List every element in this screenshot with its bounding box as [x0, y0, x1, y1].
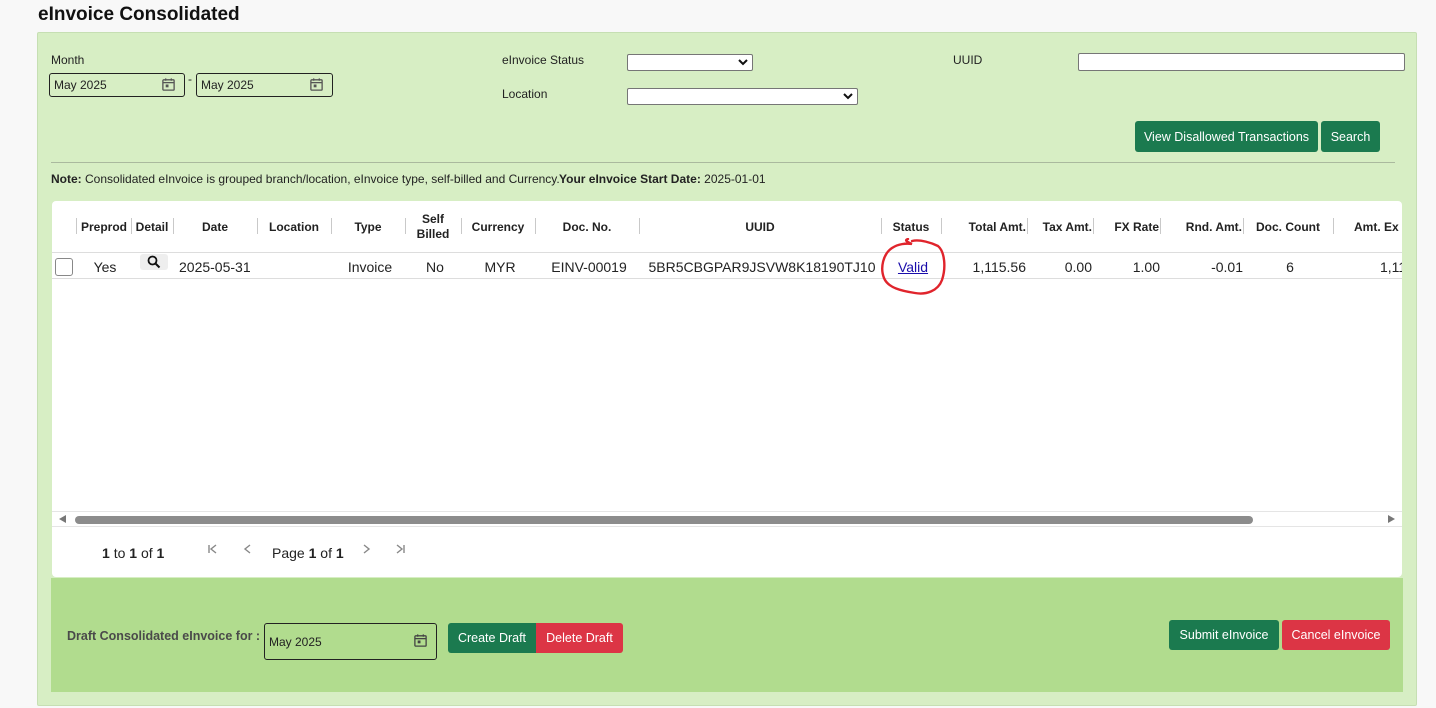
col-status[interactable]: Status [882, 220, 940, 235]
calendar-icon[interactable] [161, 77, 176, 95]
horizontal-scrollbar[interactable] [52, 511, 1402, 527]
note-body: Consolidated eInvoice is grouped branch/… [85, 172, 560, 186]
pager-page-word: Page [272, 545, 305, 561]
grid-header: Preprod Detail Date Location Type Self B… [52, 201, 1402, 253]
search-icon [147, 255, 161, 269]
uuid-input[interactable] [1078, 53, 1405, 71]
col-fx-rate[interactable]: FX Rate [1094, 220, 1159, 235]
month-to-value: May 2025 [201, 78, 254, 92]
location-select[interactable] [627, 88, 858, 105]
month-label: Month [51, 53, 85, 67]
column-separator [1333, 218, 1334, 234]
col-type[interactable]: Type [332, 220, 404, 235]
pager-of-word-2: of [320, 545, 332, 561]
range-separator: - [188, 72, 192, 86]
prev-page-icon[interactable] [241, 542, 255, 561]
column-separator [76, 218, 77, 234]
month-from-value: May 2025 [54, 78, 107, 92]
calendar-icon[interactable] [309, 77, 324, 95]
col-uuid[interactable]: UUID [640, 220, 880, 235]
uuid-filter-label: UUID [953, 53, 983, 67]
annotation-circle [881, 238, 946, 295]
status-select[interactable] [627, 54, 753, 71]
col-location[interactable]: Location [258, 220, 330, 235]
pager-summary: 1 to 1 of 1 [102, 545, 164, 561]
pager-total: 1 [156, 545, 165, 561]
pager-page: 1 [308, 545, 317, 561]
cell-doc-count: 6 [1286, 259, 1294, 275]
start-date-label: Your eInvoice Start Date: [559, 172, 701, 186]
scrollbar-thumb[interactable] [75, 516, 1253, 524]
pager-to-word: to [113, 545, 126, 561]
detail-button[interactable] [140, 254, 168, 270]
consolidated-grid: Preprod Detail Date Location Type Self B… [52, 201, 1402, 577]
submit-einvoice-button[interactable]: Submit eInvoice [1169, 620, 1279, 650]
create-draft-button[interactable]: Create Draft [448, 623, 536, 653]
cell-amt-ex: 1,11 [1380, 259, 1402, 275]
row-checkbox[interactable] [55, 258, 73, 276]
cell-fx-rate: 1.00 [1132, 259, 1160, 275]
divider [51, 162, 1395, 163]
cell-preprod: Yes [93, 259, 117, 275]
cell-date: 2025-05-31 [179, 259, 251, 275]
first-page-icon[interactable] [206, 542, 220, 561]
delete-draft-button[interactable]: Delete Draft [536, 623, 623, 653]
location-filter-label: Location [502, 87, 548, 101]
cancel-einvoice-button[interactable]: Cancel eInvoice [1282, 620, 1390, 650]
pagination: 1 to 1 of 1 Page 1 of 1 [52, 528, 1402, 577]
col-amt-ex[interactable]: Amt. Ex [1354, 220, 1402, 235]
col-total-amt[interactable]: Total Amt. [942, 220, 1026, 235]
draft-label: Draft Consolidated eInvoice for : [67, 629, 261, 643]
pager-of-word: of [140, 545, 153, 561]
month-from-input[interactable]: May 2025 [49, 73, 185, 97]
cell-total-amt: 1,115.56 [972, 259, 1026, 275]
cell-uuid: 5BR5CBGPAR9JSVW8K18190TJ10 [648, 259, 876, 275]
col-preprod[interactable]: Preprod [78, 220, 130, 235]
col-self-billed[interactable]: Self Billed [406, 212, 460, 242]
cell-self-billed: No [426, 259, 444, 275]
cell-rnd-amt: -0.01 [1211, 259, 1243, 275]
pager-page-info: Page 1 of 1 [272, 545, 344, 561]
note-label: Note: [51, 172, 82, 186]
start-date-value: 2025-01-01 [704, 172, 766, 186]
view-disallowed-button[interactable]: View Disallowed Transactions [1135, 121, 1318, 152]
next-page-icon[interactable] [359, 542, 373, 561]
col-rnd-amt[interactable]: Rnd. Amt. [1161, 220, 1242, 235]
col-currency[interactable]: Currency [462, 220, 534, 235]
chevron-down-icon [738, 56, 748, 71]
col-doc-no[interactable]: Doc. No. [536, 220, 638, 235]
page-title: eInvoice Consolidated [38, 4, 240, 25]
col-doc-count[interactable]: Doc. Count [1244, 220, 1332, 235]
col-tax-amt[interactable]: Tax Amt. [1028, 220, 1092, 235]
note-text: Note: Consolidated eInvoice is grouped b… [51, 172, 560, 186]
status-filter-label: eInvoice Status [502, 53, 585, 67]
draft-month-input[interactable]: May 2025 [264, 623, 437, 660]
scroll-left-icon[interactable] [59, 515, 66, 523]
cell-type: Invoice [347, 259, 393, 275]
pager-pages: 1 [335, 545, 344, 561]
month-to-input[interactable]: May 2025 [196, 73, 333, 97]
cell-tax-amt: 0.00 [1064, 259, 1092, 275]
draft-month-value: May 2025 [269, 635, 322, 649]
last-page-icon[interactable] [393, 542, 407, 561]
scroll-right-icon[interactable] [1388, 515, 1395, 523]
col-detail[interactable]: Detail [132, 220, 172, 235]
col-date[interactable]: Date [174, 220, 256, 235]
pager-range-to: 1 [129, 545, 138, 561]
start-date-note: Your eInvoice Start Date: 2025-01-01 [559, 172, 766, 186]
table-row[interactable]: Yes 2025-05-31 Invoice No MYR EINV-00019… [52, 253, 1402, 279]
chevron-down-icon [843, 90, 853, 105]
calendar-icon[interactable] [413, 633, 428, 651]
search-button[interactable]: Search [1321, 121, 1380, 152]
cell-doc-no: EINV-00019 [551, 259, 627, 275]
cell-currency: MYR [484, 259, 516, 275]
pager-range-from: 1 [102, 545, 110, 561]
